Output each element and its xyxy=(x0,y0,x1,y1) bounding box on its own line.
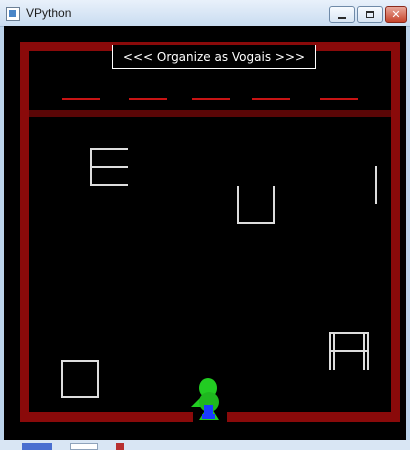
letter-u[interactable] xyxy=(237,186,275,224)
shelf-divider xyxy=(29,110,391,117)
letter-i[interactable] xyxy=(374,166,378,204)
minimize-button[interactable] xyxy=(329,6,355,23)
close-button[interactable]: ✕ xyxy=(385,6,407,23)
maximize-button[interactable] xyxy=(357,6,383,23)
taskbar-app-icon-3[interactable] xyxy=(116,443,124,450)
wall-bottom-left xyxy=(20,412,193,422)
green-robot-player[interactable] xyxy=(188,376,228,422)
taskbar-app-icon-2[interactable] xyxy=(70,443,98,450)
vpython-window: VPython ✕ <<< Organize as Vogais >>> xyxy=(0,0,410,450)
taskbar-strip xyxy=(0,440,410,450)
slot-1 xyxy=(62,98,100,100)
game-canvas[interactable]: <<< Organize as Vogais >>> xyxy=(4,26,406,440)
window-title: VPython xyxy=(26,6,72,20)
slot-3 xyxy=(192,98,230,100)
letter-a[interactable] xyxy=(329,332,369,370)
wall-right xyxy=(391,42,400,422)
slot-4 xyxy=(252,98,290,100)
slot-2 xyxy=(129,98,167,100)
letter-e[interactable] xyxy=(90,148,128,186)
letter-o[interactable] xyxy=(61,360,99,398)
wall-left xyxy=(20,42,29,422)
title-bar[interactable]: VPython ✕ xyxy=(0,0,410,27)
close-icon: ✕ xyxy=(391,8,401,21)
vpython-window-icon xyxy=(6,7,20,21)
taskbar-app-icon-1[interactable] xyxy=(22,443,52,450)
maximize-icon xyxy=(366,11,374,18)
wall-bottom-right xyxy=(227,412,400,422)
minimize-icon xyxy=(338,16,346,19)
instruction-banner: <<< Organize as Vogais >>> xyxy=(112,45,316,69)
slot-5 xyxy=(320,98,358,100)
